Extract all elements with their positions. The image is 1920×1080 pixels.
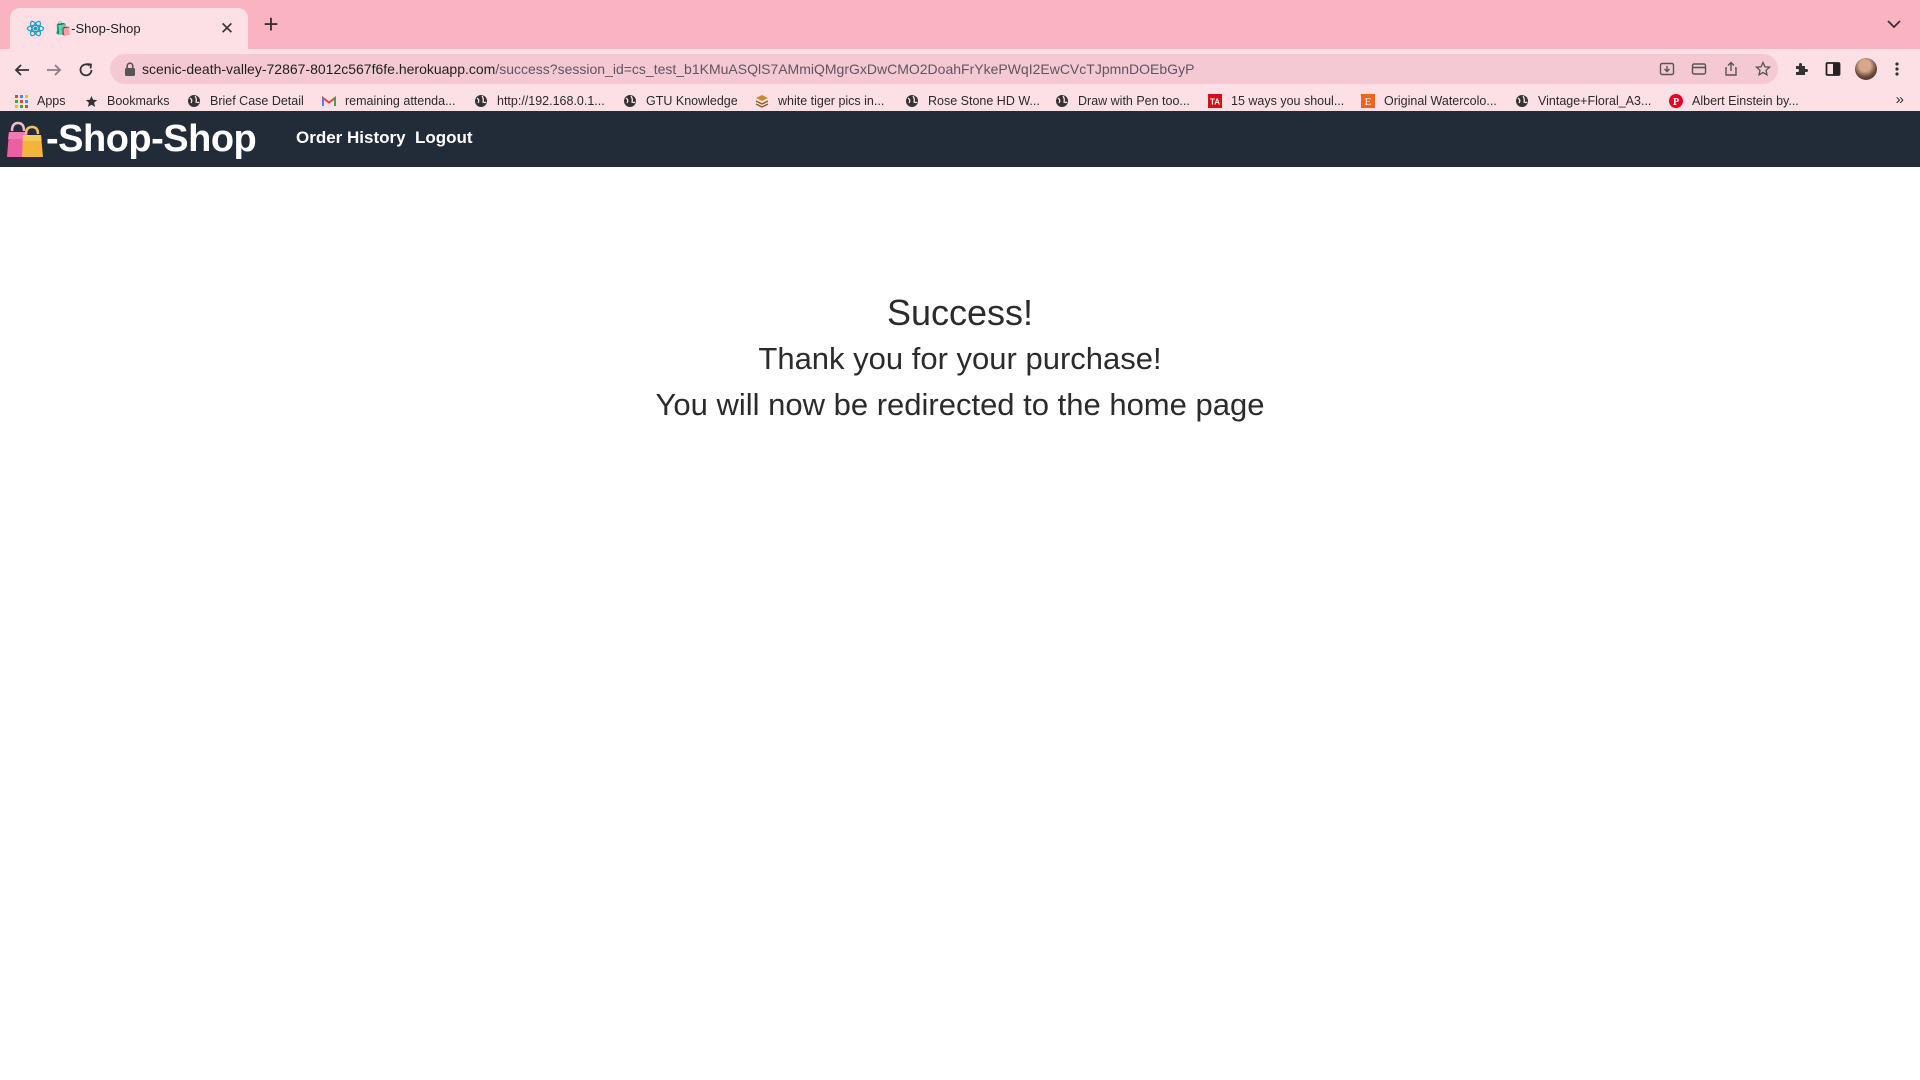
bookmark-bookmarks[interactable]: Bookmarks	[84, 92, 170, 110]
layers-icon	[755, 94, 769, 108]
globe-icon	[474, 94, 488, 108]
ta-icon: TA	[1208, 94, 1222, 108]
globe-icon	[905, 94, 919, 108]
globe-icon	[1515, 94, 1529, 108]
apps-grid-icon	[14, 94, 28, 108]
browser-toolbar: scenic-death-valley-72867-8012c567f6fe.h…	[0, 49, 1920, 90]
reload-icon[interactable]	[73, 57, 99, 83]
bookmark-label: Rose Stone HD W...	[928, 94, 1040, 108]
bookmark-label: Draw with Pen too...	[1078, 94, 1190, 108]
bookmark-label: Apps	[37, 94, 66, 108]
bookmark-star-icon[interactable]	[1754, 60, 1772, 78]
url-host: scenic-death-valley-72867-8012c567f6fe.h…	[142, 61, 496, 77]
success-message: Success! Thank you for your purchase! Yo…	[0, 290, 1920, 428]
gmail-icon	[322, 94, 336, 108]
profile-avatar[interactable]	[1855, 58, 1877, 80]
install-app-icon[interactable]	[1658, 60, 1676, 78]
success-title: Success!	[886, 292, 1034, 333]
bookmark-label: Albert Einstein by...	[1692, 94, 1799, 108]
bookmark-label: 15 ways you shoul...	[1231, 94, 1345, 108]
brand-name: -Shop-Shop	[46, 117, 257, 160]
bookmarks-bar: Apps Bookmarks Brief Case Detail remaini…	[0, 90, 1920, 111]
bookmark-brief-case-detail[interactable]: Brief Case Detail	[187, 92, 304, 110]
tab-search-chevron-icon[interactable]	[1882, 12, 1906, 36]
lock-icon[interactable]	[124, 62, 138, 76]
bookmark-vintage-floral[interactable]: Vintage+Floral_A3...	[1515, 92, 1651, 110]
brand-logo[interactable]: -Shop-Shop	[6, 117, 257, 161]
browser-tab-strip: 🛍️-Shop-Shop ✕ +	[0, 0, 1920, 49]
bookmark-label: Original Watercolo...	[1384, 94, 1497, 108]
logout-link[interactable]: Logout	[415, 128, 473, 148]
side-panel-icon[interactable]	[1822, 58, 1844, 80]
pinterest-icon: P	[1669, 94, 1683, 108]
browser-tab-active[interactable]: 🛍️-Shop-Shop ✕	[10, 8, 248, 49]
bookmark-label: Bookmarks	[107, 94, 170, 108]
order-history-link[interactable]: Order History	[296, 128, 406, 148]
bookmark-label: Brief Case Detail	[210, 94, 304, 108]
tab-close-icon[interactable]: ✕	[218, 19, 236, 39]
bookmark-label: Vintage+Floral_A3...	[1538, 94, 1652, 108]
bookmark-apps[interactable]: Apps	[14, 92, 66, 110]
share-icon[interactable]	[1722, 60, 1740, 78]
extensions-puzzle-icon[interactable]	[1790, 58, 1812, 80]
bookmarks-overflow-chevron-icon[interactable]: »	[1896, 91, 1904, 108]
new-tab-button[interactable]: +	[258, 11, 284, 38]
bookmark-rose-stone[interactable]: Rose Stone HD W...	[905, 92, 1040, 110]
app-navbar: -Shop-Shop Order History Logout	[0, 111, 1920, 167]
bookmark-draw-with-pen[interactable]: Draw with Pen too...	[1055, 92, 1190, 110]
bookmark-label: white tiger pics in...	[778, 94, 885, 108]
bookmark-original-watercolo[interactable]: E Original Watercolo...	[1361, 92, 1497, 110]
forward-arrow-icon[interactable]	[41, 57, 67, 83]
tab-title: 🛍️-Shop-Shop	[55, 20, 141, 36]
url-text[interactable]: scenic-death-valley-72867-8012c567f6fe.h…	[142, 61, 1194, 77]
url-path: /success?session_id=cs_test_b1KMuASQlS7A…	[495, 61, 1195, 77]
bookmark-label: GTU Knowledge	[646, 94, 738, 108]
redirect-notice: You will now be redirected to the home p…	[655, 387, 1265, 422]
back-arrow-icon[interactable]	[9, 57, 35, 83]
card-icon[interactable]	[1690, 60, 1708, 78]
bookmark-white-tiger[interactable]: white tiger pics in...	[755, 92, 884, 110]
bookmark-15-ways[interactable]: TA 15 ways you shoul...	[1208, 92, 1344, 110]
bookmark-label: remaining attenda...	[345, 94, 456, 108]
address-bar[interactable]: scenic-death-valley-72867-8012c567f6fe.h…	[110, 54, 1778, 84]
bookmark-albert-einstein[interactable]: P Albert Einstein by...	[1669, 92, 1799, 110]
shopping-bags-icon	[6, 119, 44, 159]
bookmark-remaining-attenda[interactable]: remaining attenda...	[322, 92, 456, 110]
bookmark-label: http://192.168.0.1...	[497, 94, 605, 108]
svg-text:TA: TA	[1210, 98, 1220, 107]
thank-you-text: Thank you for your purchase!	[758, 341, 1162, 376]
svg-text:E: E	[1365, 96, 1372, 108]
more-menu-icon[interactable]	[1886, 58, 1908, 80]
svg-text:P: P	[1673, 97, 1679, 108]
etsy-icon: E	[1361, 94, 1375, 108]
react-favicon-icon	[26, 19, 45, 38]
globe-icon	[187, 94, 201, 108]
globe-icon	[1055, 94, 1069, 108]
globe-icon	[623, 94, 637, 108]
bookmark-192-168[interactable]: http://192.168.0.1...	[474, 92, 605, 110]
star-icon	[84, 94, 98, 108]
bookmark-gtu-knowledge[interactable]: GTU Knowledge	[623, 92, 738, 110]
